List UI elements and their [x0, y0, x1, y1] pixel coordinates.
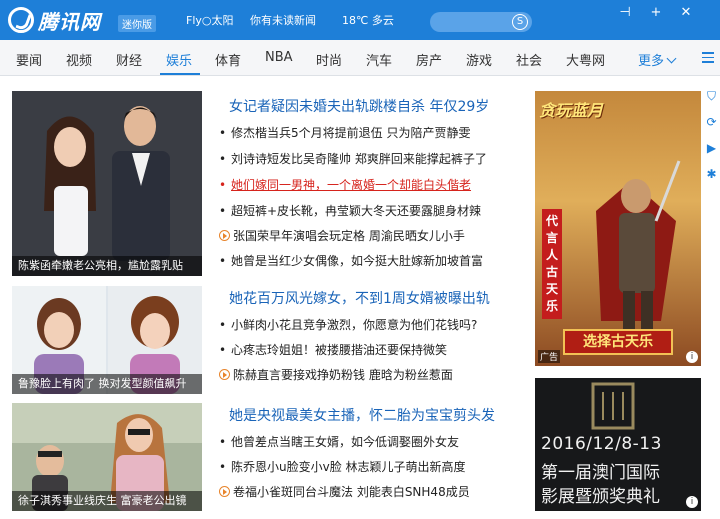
qq-logo-icon	[8, 7, 34, 33]
bullet-icon: •	[219, 152, 227, 166]
news-item[interactable]: • 修杰楷当兵5个月将提前退伍 只为陪产贾静雯	[219, 124, 470, 141]
tab-society[interactable]: 社会	[516, 50, 542, 69]
bullet-icon: •	[219, 178, 227, 192]
user-name-link[interactable]: Fly○太阳	[186, 12, 234, 28]
ad-vertical-text: 代言人古天乐	[542, 209, 562, 319]
bullet-icon: •	[219, 318, 227, 332]
tile-caption: 陈紫函牵嫩老公亮相，尴尬露乳贴	[12, 256, 202, 276]
side-toolbar: ⛉ ⟳ ▶ ✱	[703, 86, 720, 206]
bullet-icon: •	[219, 460, 227, 474]
search-icon[interactable]: S	[512, 14, 528, 30]
bullet-icon: •	[219, 435, 227, 449]
more-dropdown[interactable]: 更多	[638, 50, 677, 69]
weather-text[interactable]: 18℃ 多云	[342, 12, 394, 28]
bullet-icon: •	[219, 204, 227, 218]
tab-news[interactable]: 要闻	[16, 50, 42, 69]
bullet-icon: •	[219, 343, 227, 357]
add-icon[interactable]: +	[646, 3, 666, 23]
tab-guangdong[interactable]: 大粤网	[566, 50, 605, 69]
refresh-icon[interactable]: ⟳	[705, 116, 718, 129]
play-icon[interactable]: ▶	[705, 142, 718, 155]
more-label: 更多	[638, 54, 665, 69]
news-item-highlighted[interactable]: • 她们嫁同一男神，一个离婚一个却能白头偕老	[219, 176, 471, 193]
play-video-icon	[219, 486, 230, 497]
news-item[interactable]: • 陈乔恩小u脸变小v脸 林志颖儿子萌出新高度	[219, 458, 466, 475]
news-item[interactable]: • 小鲜肉小花且竞争激烈，你愿意为他们花钱吗?	[219, 316, 477, 333]
bullet-icon: •	[219, 254, 227, 268]
category-nav: 要闻 视频 财经 娱乐 体育 NBA 时尚 汽车 房产 游戏 社会 大粤网 更多	[0, 40, 720, 76]
play-video-icon	[219, 369, 230, 380]
tile-caption: 徐子淇秀事业线庆生 富豪老公出镜	[12, 491, 202, 511]
tab-fashion[interactable]: 时尚	[316, 50, 342, 69]
tab-sports[interactable]: 体育	[215, 50, 241, 69]
headline-link[interactable]: 她花百万风光嫁女，不到1周女婿被曝出轨	[229, 288, 490, 308]
logo[interactable]: 腾讯网	[8, 5, 101, 35]
news-item-video[interactable]: 张国荣早年演唱会玩定格 周渝民晒女儿小手	[219, 227, 465, 244]
search-input[interactable]: S	[430, 12, 532, 32]
headline-link[interactable]: 她是央视最美女主播，怀二胎为宝宝剪头发	[229, 405, 495, 425]
chevron-down-icon	[666, 53, 677, 64]
headline-link[interactable]: 女记者疑因未婚夫出轨跳楼自杀 年仅29岁	[229, 96, 489, 116]
menu-icon[interactable]	[702, 52, 714, 66]
tab-house[interactable]: 房产	[416, 50, 442, 69]
top-bar: 腾讯网 迷你版 Fly○太阳 你有未读新闻 18℃ 多云 S ⊣ + ✕	[0, 0, 720, 40]
settings-icon[interactable]: ✱	[705, 168, 718, 181]
film-festival-ad[interactable]: 2016/12/8-13 第一届澳门国际 影展暨颁奖典礼 i	[535, 378, 701, 511]
tab-video[interactable]: 视频	[66, 50, 92, 69]
news-image-tile[interactable]: 鲁豫脸上有肉了 换对发型颜值飙升	[12, 286, 202, 394]
unread-news-link[interactable]: 你有未读新闻	[250, 12, 316, 28]
news-item[interactable]: • 她曾是当红少女偶像，如今挺大肚嫁新加坡首富	[219, 252, 483, 269]
mini-version-badge: 迷你版	[118, 15, 156, 32]
festival-logo-icon	[591, 382, 635, 430]
active-tab-underline	[160, 73, 200, 75]
news-item[interactable]: • 心疼志玲姐姐！被搂腰揩油还要保持微笑	[219, 341, 447, 358]
play-video-icon	[219, 230, 230, 241]
choose-button[interactable]: 选择古天乐	[563, 329, 673, 355]
tab-entertainment[interactable]: 娱乐	[166, 50, 192, 69]
game-ad-banner[interactable]: 贪玩蓝月 代言人古天乐 选择古天乐 广告 i	[535, 91, 701, 366]
tab-games[interactable]: 游戏	[466, 50, 492, 69]
news-item[interactable]: • 刘诗诗短发比吴奇隆帅 郑爽胖回来能撑起裤子了	[219, 150, 487, 167]
pin-icon[interactable]: ⊣	[615, 3, 635, 23]
ad-line: 第一届澳门国际	[541, 463, 660, 483]
logo-text: 腾讯网	[38, 9, 101, 34]
tab-finance[interactable]: 财经	[116, 50, 142, 69]
ad-date: 2016/12/8-13	[541, 434, 662, 454]
ad-title: 贪玩蓝月	[539, 101, 604, 120]
info-icon[interactable]: i	[686, 351, 698, 363]
bullet-icon: •	[219, 126, 227, 140]
tab-nba[interactable]: NBA	[265, 50, 293, 65]
news-image-tile[interactable]: 陈紫函牵嫩老公亮相，尴尬露乳贴	[12, 91, 202, 276]
couple-photo	[12, 91, 202, 276]
close-icon[interactable]: ✕	[676, 3, 696, 23]
warrior-illustration	[596, 160, 681, 341]
tab-auto[interactable]: 汽车	[366, 50, 392, 69]
tile-caption: 鲁豫脸上有肉了 换对发型颜值飙升	[12, 374, 202, 394]
news-item[interactable]: • 超短裤+皮长靴，冉莹颖大冬天还要露腿身材辣	[219, 202, 481, 219]
news-image-tile[interactable]: 徐子淇秀事业线庆生 富豪老公出镜	[12, 403, 202, 511]
shield-icon[interactable]: ⛉	[705, 90, 718, 103]
ad-label: 广告	[538, 350, 561, 363]
news-item-video[interactable]: 陈赫直言要接戏挣奶粉钱 鹿晗为粉丝惹面	[219, 366, 453, 383]
news-item[interactable]: • 他曾差点当瞎王女婿，如今低调娶圈外女友	[219, 433, 459, 450]
ad-line: 影展暨颁奖典礼	[541, 487, 660, 507]
info-icon[interactable]: i	[686, 496, 698, 508]
news-item-video[interactable]: 卷福小雀斑同台斗魔法 刘能表白SNH48成员	[219, 483, 470, 500]
